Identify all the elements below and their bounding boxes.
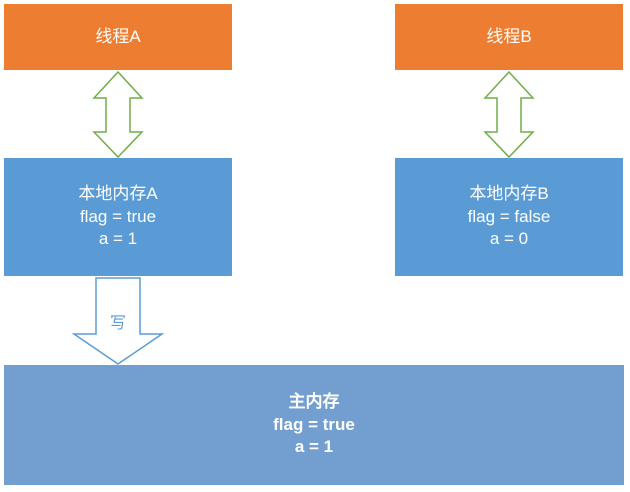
local-memory-b-value: a = 0 [489,229,529,249]
thread-a-box: 线程A [4,4,232,70]
write-arrow-label: 写 [110,313,126,332]
local-memory-a-value: a = 1 [98,229,138,249]
main-memory-box: 主内存 flag = true a = 1 [4,365,624,485]
main-memory-value: a = 1 [294,437,334,457]
thread-b-box: 线程B [395,4,623,70]
thread-a-label: 线程A [95,26,141,46]
local-memory-a-title: 本地内存A [78,183,158,203]
thread-b-label: 线程B [486,26,532,46]
main-memory-title: 主内存 [288,391,340,411]
local-memory-a-box: 本地内存A flag = true a = 1 [4,158,232,276]
local-memory-b-box: 本地内存B flag = false a = 0 [395,158,623,276]
local-memory-b-title: 本地内存B [469,183,549,203]
local-memory-b-flag: flag = false [467,206,551,226]
thread-a-local-a-double-arrow [92,70,144,159]
main-memory-flag: flag = true [273,414,355,434]
local-memory-a-flag: flag = true [79,206,157,226]
write-down-arrow [71,277,165,365]
thread-b-local-b-double-arrow [483,70,535,159]
